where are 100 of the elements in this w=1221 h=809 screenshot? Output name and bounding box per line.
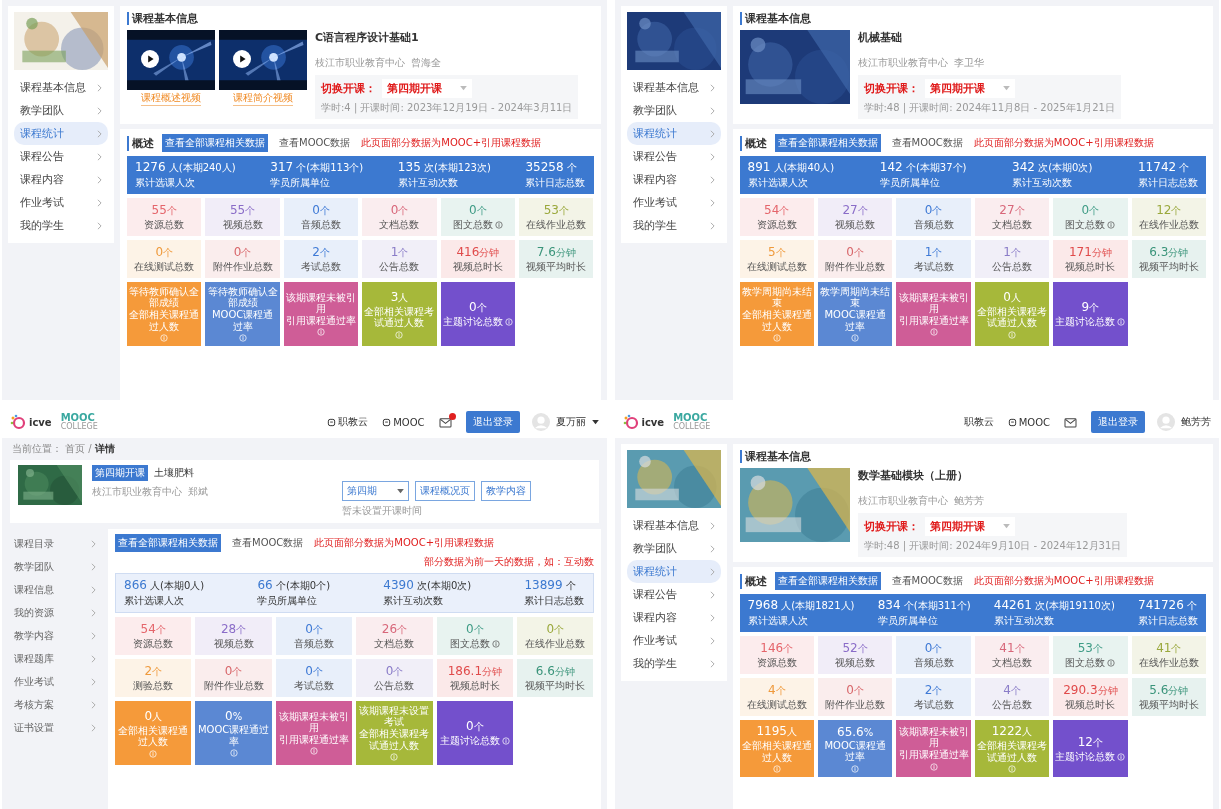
sidebar-item[interactable]: 课程基本信息 [626,514,721,537]
term-select[interactable]: 第四期开课 [924,517,1015,536]
sidebar-item[interactable]: 教学团队 [626,537,721,560]
data-note: 此页面部分数据为MOOC+引用课程数据 [973,136,1154,150]
data-tab[interactable]: 查看全部课程相关数据 [162,134,268,152]
summary-value: 7968 人(本期1821人) [747,598,855,613]
tile-label: 公告总数 [991,699,1032,711]
sidebar-item[interactable]: 课程公告 [626,583,721,606]
mooc-logo-text: MOOC [673,413,708,423]
tile-value: 0个 [224,664,243,680]
chevron-icon [97,129,102,138]
summary-value: 1276 人(本期240人) [135,160,236,175]
tile-label: 视频平均时长 [1138,699,1199,711]
play-icon[interactable] [141,50,159,68]
term-select[interactable]: 第四期 [341,481,409,501]
teacher-name: 鲍芳芳 [953,494,984,508]
chevron-icon [709,152,715,161]
user-name[interactable]: 夏万丽 [555,415,586,429]
tile-value: 0个 [924,203,943,219]
sidebar-item[interactable]: 考核方案 [8,694,102,716]
outline-button[interactable]: 教学内容 [480,481,531,501]
mail-icon[interactable] [1064,416,1077,428]
data-tab[interactable]: 查看MOOC数据 [888,572,966,590]
mooc-logo-text: MOOC [60,413,96,423]
tile-label: 音频总数 [913,657,954,669]
sidebar-item[interactable]: 课程信息 [8,579,102,601]
tile-label: MOOC课程通过率 [197,724,270,747]
top-link[interactable]: 职教云 [338,415,369,429]
tile-label: 在线作业总数 [526,219,587,231]
sidebar-item[interactable]: 证书设置 [8,717,102,739]
tile-value: 12个 [1156,203,1182,219]
top-link[interactable]: MOOC [393,416,425,428]
sidebar-item[interactable]: 课程目录 [8,533,102,555]
chevron-icon [709,175,715,184]
data-tab[interactable]: 查看MOOC数据 [229,534,307,552]
tile-value: 5个 [767,245,786,261]
caret-icon[interactable] [591,419,599,425]
mail-icon[interactable] [438,416,452,428]
outline-button[interactable]: 课程概况页 [414,481,475,501]
sidebar-item[interactable]: 课程基本信息 [626,76,721,99]
logout-button[interactable]: 退出登录 [465,411,520,433]
summary-value: 44261 次(本期19110次) [993,598,1115,613]
play-icon[interactable] [233,50,251,68]
tile-label: 资源总数 [756,219,797,231]
data-tab[interactable]: 查看MOOC数据 [888,134,966,152]
sidebar-item[interactable]: 作业考试 [14,191,108,214]
teacher-name: 郑斌 [188,485,208,499]
top-link[interactable]: MOOC [1018,416,1050,428]
data-note: 此页面部分数据为MOOC+引用课程数据 [361,136,542,150]
sidebar-item[interactable]: 教学团队 [626,99,721,122]
sidebar-item[interactable]: 课程题库 [8,648,102,670]
sidebar-item[interactable]: 课程内容 [14,168,108,191]
tile-value: 9个 [1081,300,1100,316]
tile-value: 0% [225,709,243,723]
tile-value: 5.6分钟 [1149,683,1189,699]
sidebar-item[interactable]: 课程公告 [626,145,721,168]
tile-value: 55个 [151,203,177,219]
section-title: 概述 [739,573,767,589]
sidebar-item[interactable]: 课程统计 [14,122,108,145]
sidebar-item[interactable]: 课程基本信息 [14,76,108,99]
data-tab[interactable]: 查看全部课程相关数据 [774,572,881,590]
sidebar-item[interactable]: 课程统计 [626,560,721,583]
term-select[interactable]: 第四期开课 [924,79,1015,98]
user-name[interactable]: 鲍芳芳 [1181,415,1211,429]
sidebar-item[interactable]: 作业考试 [626,191,721,214]
tile-value: 1195人 [756,724,797,739]
sidebar-item[interactable]: 我的学生 [14,214,108,237]
summary-value: 342 次(本期0次) [1012,160,1093,175]
sidebar-item[interactable]: 课程内容 [626,168,721,191]
sidebar-item[interactable]: 作业考试 [8,671,102,693]
data-tab[interactable]: 查看MOOC数据 [276,134,354,152]
summary-label: 累计日志总数 [525,176,586,190]
top-link[interactable]: 职教云 [963,415,994,429]
sidebar-item[interactable]: 课程公告 [14,145,108,168]
sidebar-item[interactable]: 我的资源 [8,602,102,624]
data-tab[interactable]: 查看全部课程相关数据 [774,134,881,152]
logout-button[interactable]: 退出登录 [1091,411,1145,433]
data-tab[interactable]: 查看全部课程相关数据 [115,534,221,552]
tile-label: 视频总时长 [1065,699,1116,711]
data-note: 此页面部分数据为MOOC+引用课程数据 [314,536,495,550]
tile-label: 音频总数 [301,219,342,231]
sidebar-item[interactable]: 我的学生 [626,652,721,675]
sidebar-item[interactable]: 作业考试 [626,629,721,652]
tile-label: 资源总数 [144,219,185,231]
summary-label: 累计选课人次 [124,594,185,608]
tile-value: 6.3分钟 [1149,245,1189,261]
tile-value: 2个 [144,664,162,680]
tile-label: 视频总时长 [1065,261,1116,273]
sidebar-item[interactable]: 课程内容 [626,606,721,629]
tile-label: 文档总数 [374,638,415,650]
tile-label: 音频总数 [294,638,335,650]
sidebar-item[interactable]: 教学团队 [14,99,108,122]
course-meta: 学时:4 | 开课时间: 2023年12月19日 - 2024年3月11日 [321,101,573,115]
sidebar-item[interactable]: 课程统计 [626,122,721,145]
term-select[interactable]: 第四期开课 [382,79,472,98]
sidebar-item[interactable]: 教学团队 [8,556,102,578]
tile-note: 该期课程未设置考试 [358,705,431,727]
college-logo-text: COLLEGE [60,423,98,431]
sidebar-item[interactable]: 教学内容 [8,625,102,647]
sidebar-item[interactable]: 我的学生 [626,214,721,237]
